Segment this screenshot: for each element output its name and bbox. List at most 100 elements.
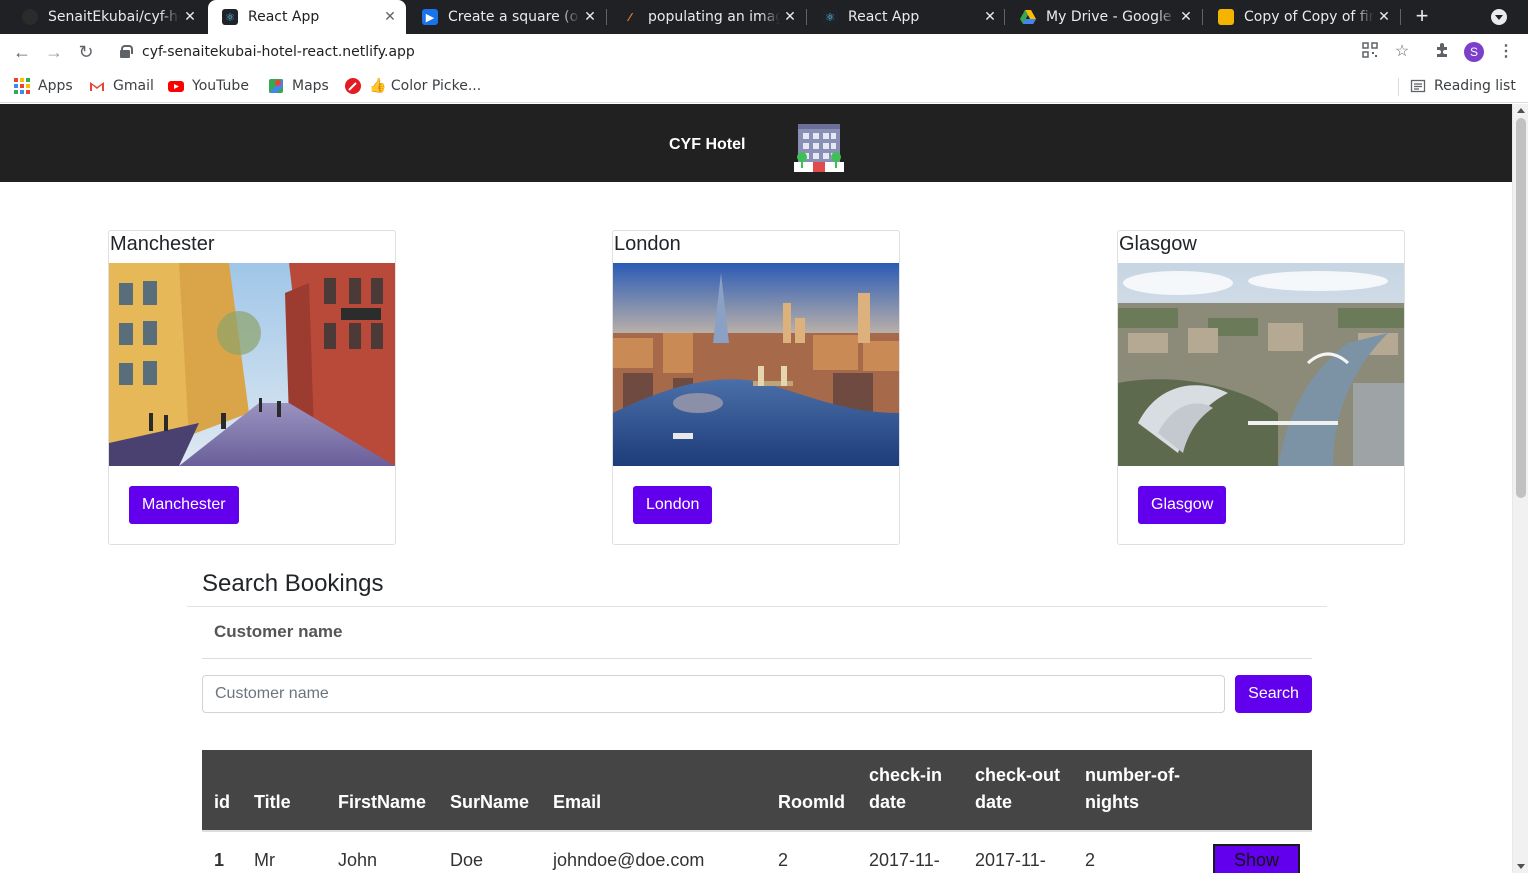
site-brand: CYF Hotel bbox=[669, 136, 746, 153]
maps-icon bbox=[268, 78, 284, 94]
browser-tab[interactable]: ⁄ populating an image ✕ bbox=[608, 0, 806, 34]
tab-divider bbox=[606, 9, 607, 25]
hotel-building-icon bbox=[794, 122, 844, 172]
close-icon[interactable]: ✕ bbox=[380, 9, 400, 25]
new-tab-icon[interactable]: + bbox=[1410, 5, 1434, 29]
youtube-icon bbox=[168, 78, 184, 94]
cell-action: Show bbox=[1201, 830, 1312, 873]
scroll-down-arrow-icon[interactable] bbox=[1517, 864, 1525, 869]
card-title: London bbox=[614, 233, 681, 255]
lock-icon bbox=[120, 45, 133, 58]
card-title: Manchester bbox=[110, 233, 215, 255]
cell-firstname: John bbox=[325, 830, 439, 873]
browser-tab[interactable]: ▶ Create a square (or rectangle) ✕ bbox=[408, 0, 606, 34]
browser-toolbar: ← → ↻ cyf-senaitekubai-hotel-react.netli… bbox=[0, 34, 1528, 70]
close-icon[interactable]: ✕ bbox=[780, 9, 800, 25]
browser-tab[interactable]: Copy of Copy of final ✕ bbox=[1204, 0, 1400, 34]
manchester-street-image bbox=[109, 263, 395, 466]
apps-icon bbox=[14, 78, 30, 94]
column-header-id: id bbox=[202, 750, 242, 831]
bookmarks-bar: Apps Gmail YouTube Maps 👍 Color Picke...… bbox=[0, 70, 1528, 103]
glasgow-button[interactable]: Glasgow bbox=[1138, 486, 1227, 524]
close-icon[interactable]: ✕ bbox=[1374, 9, 1394, 25]
page-viewport: CYF Hotel Manchester Manchester London L… bbox=[0, 104, 1512, 873]
react-icon: ⚛ bbox=[822, 9, 838, 25]
bookmark-gmail[interactable]: Gmail bbox=[89, 76, 154, 96]
tab-search-icon[interactable] bbox=[1491, 9, 1507, 25]
city-card-glasgow: Glasgow Glasgow bbox=[1117, 230, 1405, 545]
table-header-row: id Title FirstName SurName Email RoomId … bbox=[202, 750, 1312, 831]
city-card-manchester: Manchester Manchester bbox=[108, 230, 396, 545]
back-arrow-icon[interactable]: ← bbox=[10, 40, 34, 64]
cell-roomid: 2 bbox=[766, 830, 858, 873]
reading-list-icon bbox=[1410, 78, 1426, 94]
bookmark-star-icon[interactable]: ☆ bbox=[1392, 42, 1412, 62]
gmail-icon bbox=[89, 78, 105, 94]
browser-tab-strip: SenaitEkubai/cyf-hotel ✕ ⚛ React App ✕ ▶… bbox=[0, 0, 1528, 34]
address-bar[interactable]: cyf-senaitekubai-hotel-react.netlify.app bbox=[108, 37, 1422, 67]
extensions-icon[interactable] bbox=[1432, 42, 1452, 62]
divider bbox=[202, 658, 1312, 659]
browser-tab[interactable]: ⚛ React App ✕ bbox=[808, 0, 1006, 34]
site-header: CYF Hotel bbox=[0, 104, 1512, 182]
bookmark-color-picker[interactable]: 👍 Color Picke... bbox=[345, 76, 481, 96]
scrollbar-thumb[interactable] bbox=[1516, 118, 1526, 498]
column-header-title: Title bbox=[242, 750, 326, 831]
tab-divider bbox=[806, 9, 807, 25]
kebab-menu-icon[interactable]: ⋮ bbox=[1496, 42, 1516, 62]
customer-name-label: Customer name bbox=[214, 622, 343, 641]
show-button[interactable]: Show bbox=[1213, 844, 1300, 873]
slides-icon bbox=[1218, 9, 1234, 25]
column-header-checkout: check-out date bbox=[963, 750, 1073, 831]
color-picker-icon bbox=[345, 78, 361, 94]
browser-tab-active[interactable]: ⚛ React App ✕ bbox=[208, 0, 406, 34]
bookmark-maps[interactable]: Maps bbox=[268, 76, 329, 96]
tab-divider bbox=[1400, 9, 1401, 25]
page-scrollbar[interactable] bbox=[1512, 104, 1528, 873]
video-icon: ▶ bbox=[422, 9, 438, 25]
manchester-button[interactable]: Manchester bbox=[129, 486, 239, 524]
url-text: cyf-senaitekubai-hotel-react.netlify.app bbox=[142, 44, 415, 60]
search-button[interactable]: Search bbox=[1235, 675, 1312, 713]
search-bookings-heading: Search Bookings bbox=[202, 570, 384, 597]
github-icon bbox=[22, 9, 38, 25]
cell-checkin: 2017-11- bbox=[857, 830, 963, 873]
stackoverflow-icon: ⁄ bbox=[629, 10, 631, 24]
column-header-email: Email bbox=[541, 750, 767, 831]
close-icon[interactable]: ✕ bbox=[580, 9, 600, 25]
tab-divider bbox=[1202, 9, 1203, 25]
customer-name-input[interactable] bbox=[202, 675, 1225, 713]
london-aerial-image bbox=[613, 263, 899, 466]
reload-icon[interactable]: ↻ bbox=[74, 40, 98, 64]
bookmark-youtube[interactable]: YouTube bbox=[168, 76, 249, 96]
bookmark-apps[interactable]: Apps bbox=[14, 76, 73, 96]
react-icon: ⚛ bbox=[222, 9, 238, 25]
cell-title: Mr bbox=[242, 830, 326, 873]
tab-divider bbox=[1004, 9, 1005, 25]
column-header-nights: number-of-nights bbox=[1072, 750, 1201, 831]
bookings-table: id Title FirstName SurName Email RoomId … bbox=[202, 750, 1312, 873]
forward-arrow-icon[interactable]: → bbox=[42, 40, 66, 64]
divider bbox=[187, 606, 1327, 607]
browser-tab[interactable]: My Drive - Google Drive ✕ bbox=[1006, 0, 1202, 34]
cell-checkout: 2017-11- bbox=[963, 830, 1073, 873]
profile-avatar[interactable]: S bbox=[1464, 42, 1484, 62]
qr-code-icon[interactable] bbox=[1360, 42, 1380, 62]
london-button[interactable]: London bbox=[633, 486, 713, 524]
cell-id: 1 bbox=[202, 830, 242, 873]
browser-tab[interactable]: SenaitEkubai/cyf-hotel ✕ bbox=[8, 0, 206, 34]
table-row: 1 Mr John Doe johndoe@doe.com 2 2017-11-… bbox=[202, 830, 1312, 873]
cell-email: johndoe@doe.com bbox=[541, 830, 767, 873]
city-card-london: London London bbox=[612, 230, 900, 545]
close-icon[interactable]: ✕ bbox=[980, 9, 1000, 25]
scroll-up-arrow-icon[interactable] bbox=[1517, 108, 1525, 113]
column-header-surname: SurName bbox=[438, 750, 542, 831]
close-icon[interactable]: ✕ bbox=[180, 9, 200, 25]
column-header-action bbox=[1201, 750, 1312, 831]
reading-list-button[interactable]: Reading list bbox=[1410, 76, 1516, 96]
column-header-firstname: FirstName bbox=[325, 750, 439, 831]
glasgow-aerial-image bbox=[1118, 263, 1404, 466]
close-icon[interactable]: ✕ bbox=[1176, 9, 1196, 25]
column-header-checkin: check-in date bbox=[857, 750, 963, 831]
bookmarks-divider bbox=[1398, 78, 1399, 96]
